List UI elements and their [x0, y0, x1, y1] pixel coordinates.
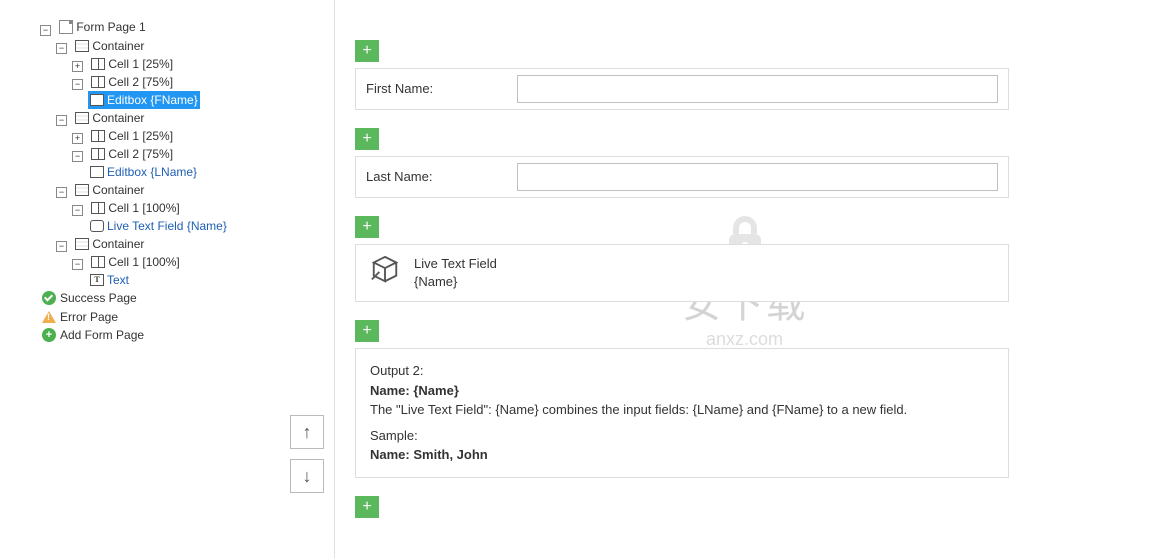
cell-icon	[91, 148, 105, 160]
output-row[interactable]: Output 2: Name: {Name} The "Live Text Fi…	[355, 348, 1009, 478]
container-icon	[75, 238, 89, 250]
cell-icon	[91, 58, 105, 70]
lname-input[interactable]	[517, 163, 998, 191]
tree-livetext[interactable]: Live Text Field {Name}	[88, 217, 229, 235]
tree-cell[interactable]: Cell 2 [75%]	[89, 145, 175, 163]
check-icon	[42, 291, 56, 305]
output-name-label: Name: {Name}	[370, 383, 459, 398]
tree-editbox-fname[interactable]: Editbox {FName}	[88, 91, 200, 109]
tree-cell[interactable]: Cell 2 [75%]	[89, 73, 175, 91]
add-container-button[interactable]: +	[355, 496, 379, 518]
editbox-icon	[90, 94, 104, 106]
container-icon	[75, 112, 89, 124]
tree-cell[interactable]: Cell 1 [100%]	[89, 199, 181, 217]
add-container-button[interactable]: +	[355, 40, 379, 62]
toggle-icon[interactable]: +	[72, 61, 83, 72]
text-icon	[90, 274, 104, 286]
toggle-icon[interactable]: −	[56, 187, 67, 198]
tree-error-page[interactable]: Error Page	[40, 308, 120, 326]
toggle-icon[interactable]: −	[72, 205, 83, 216]
livetext-icon	[90, 220, 104, 232]
warning-icon	[42, 311, 56, 323]
livetext-content: Live Text Field {Name}	[414, 255, 497, 291]
fname-row[interactable]: First Name:	[355, 68, 1009, 110]
output-description: The "Live Text Field": {Name} combines t…	[370, 400, 994, 420]
output-sample-value: Name: Smith, John	[370, 447, 488, 462]
tree-add-page[interactable]: Add Form Page	[40, 326, 146, 344]
toggle-icon[interactable]: −	[40, 25, 51, 36]
lname-label: Last Name:	[356, 157, 511, 197]
toggle-icon[interactable]: −	[72, 259, 83, 270]
tree-editbox-lname[interactable]: Editbox {LName}	[88, 163, 199, 181]
tree-container[interactable]: Container	[73, 37, 146, 55]
toggle-icon[interactable]: −	[56, 241, 67, 252]
cell-icon	[91, 202, 105, 214]
plus-icon	[42, 328, 56, 342]
tree-form-page[interactable]: Form Page 1	[57, 18, 147, 36]
cube-icon	[370, 255, 400, 285]
toggle-icon[interactable]: −	[72, 151, 83, 162]
tree: − Form Page 1 − Container +	[40, 18, 326, 344]
output-heading: Output 2:	[370, 361, 994, 381]
toggle-icon[interactable]: −	[72, 79, 83, 90]
cell-icon	[91, 76, 105, 88]
output-sample-label: Sample:	[370, 426, 994, 446]
tree-container[interactable]: Container	[73, 235, 146, 253]
page-icon	[59, 20, 73, 34]
container-icon	[75, 184, 89, 196]
move-down-button[interactable]: ↓	[290, 459, 324, 493]
tree-cell[interactable]: Cell 1 [25%]	[89, 127, 175, 145]
reorder-controls: ↑ ↓	[290, 415, 324, 503]
add-container-button[interactable]: +	[355, 128, 379, 150]
add-container-button[interactable]: +	[355, 216, 379, 238]
move-up-button[interactable]: ↑	[290, 415, 324, 449]
container-icon	[75, 40, 89, 52]
tree-panel: − Form Page 1 − Container +	[0, 0, 335, 558]
livetext-row[interactable]: Live Text Field {Name}	[355, 244, 1009, 302]
form-canvas: 安下载 anxz.com + First Name: + Last Name: …	[335, 0, 1154, 558]
tree-cell[interactable]: Cell 1 [100%]	[89, 253, 181, 271]
cell-icon	[91, 130, 105, 142]
toggle-icon[interactable]: −	[56, 115, 67, 126]
editbox-icon	[90, 166, 104, 178]
toggle-icon[interactable]: +	[72, 133, 83, 144]
tree-text[interactable]: Text	[88, 271, 131, 289]
fname-input[interactable]	[517, 75, 998, 103]
tree-container[interactable]: Container	[73, 109, 146, 127]
add-container-button[interactable]: +	[355, 320, 379, 342]
tree-container[interactable]: Container	[73, 181, 146, 199]
fname-label: First Name:	[356, 69, 511, 109]
cell-icon	[91, 256, 105, 268]
lname-row[interactable]: Last Name:	[355, 156, 1009, 198]
tree-success-page[interactable]: Success Page	[40, 289, 139, 307]
tree-cell[interactable]: Cell 1 [25%]	[89, 55, 175, 73]
toggle-icon[interactable]: −	[56, 43, 67, 54]
